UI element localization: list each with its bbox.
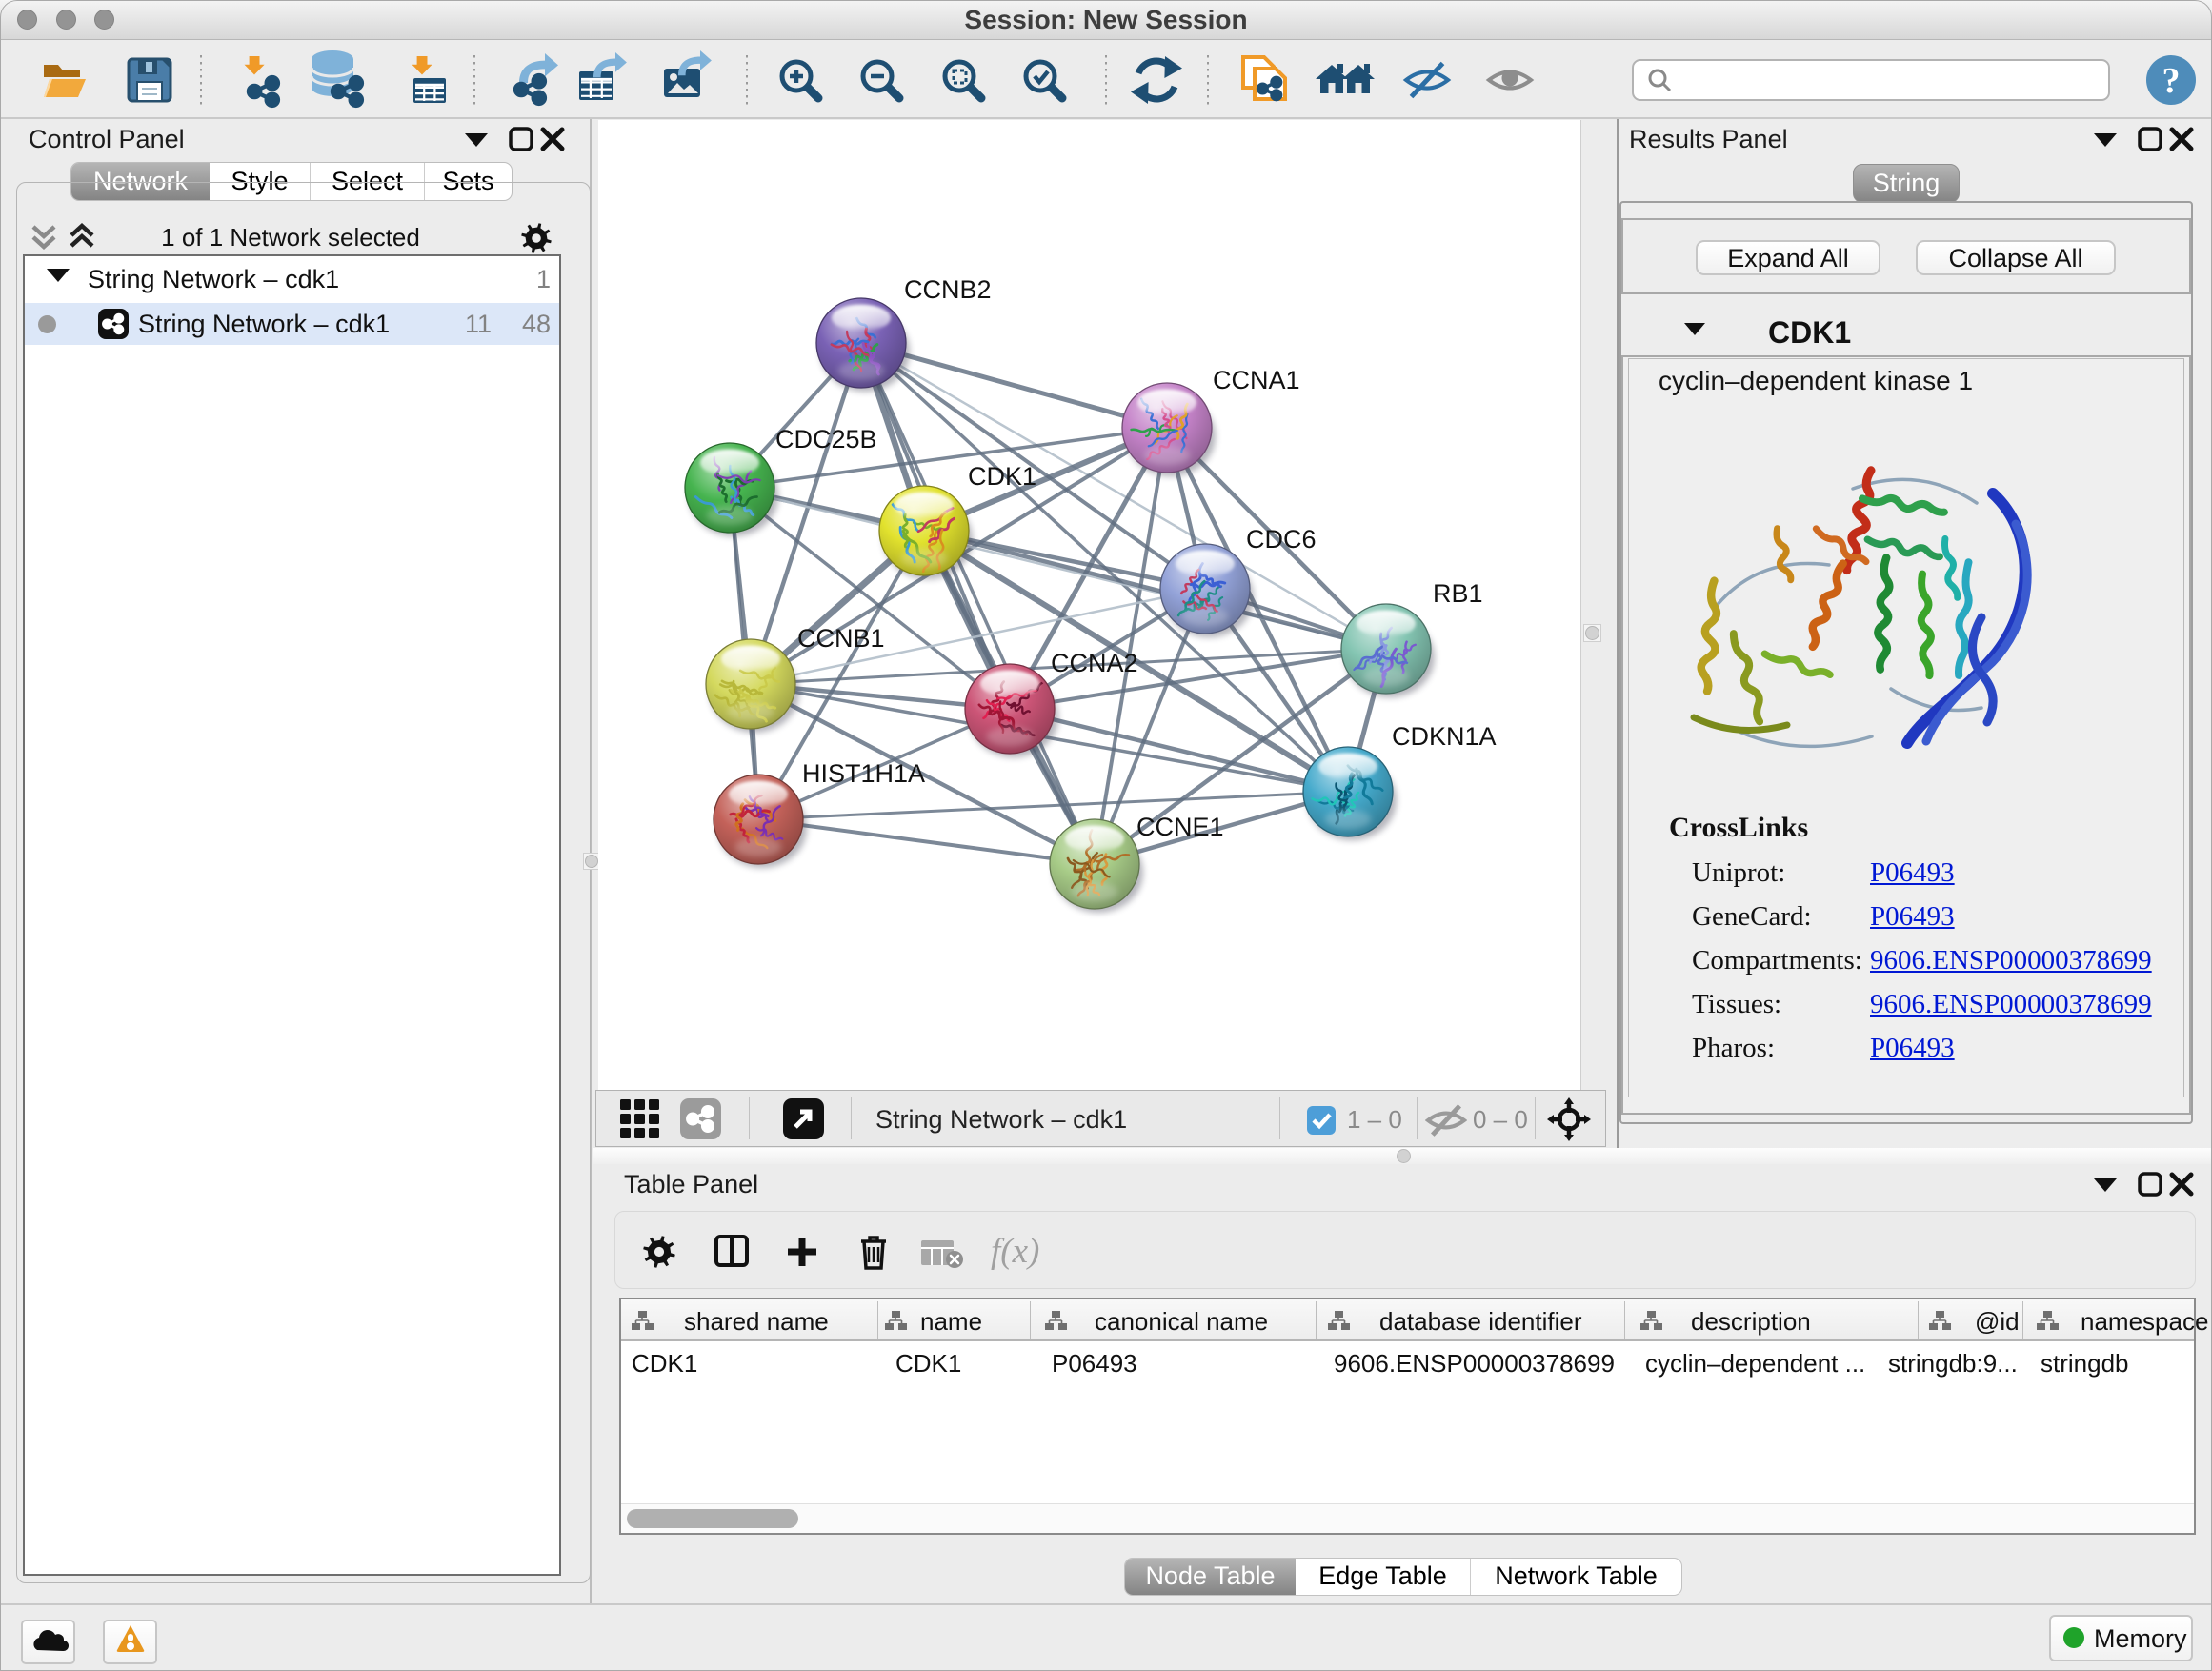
svg-text:HIST1H1A: HIST1H1A [802,759,925,788]
svg-text:CCNE1: CCNE1 [1136,813,1224,841]
svg-text:CCNB2: CCNB2 [904,275,992,304]
svg-text:CCNB1: CCNB1 [797,624,885,653]
svg-text:?: ? [2162,61,2181,101]
svg-text:CCNA2: CCNA2 [1051,649,1138,677]
svg-text:CDK1: CDK1 [968,462,1036,491]
svg-text:RB1: RB1 [1433,579,1483,608]
svg-text:CDKN1A: CDKN1A [1392,722,1497,751]
svg-text:CDC25B: CDC25B [775,425,877,453]
svg-text:CCNA1: CCNA1 [1213,366,1300,394]
svg-text:CDC6: CDC6 [1246,525,1317,554]
